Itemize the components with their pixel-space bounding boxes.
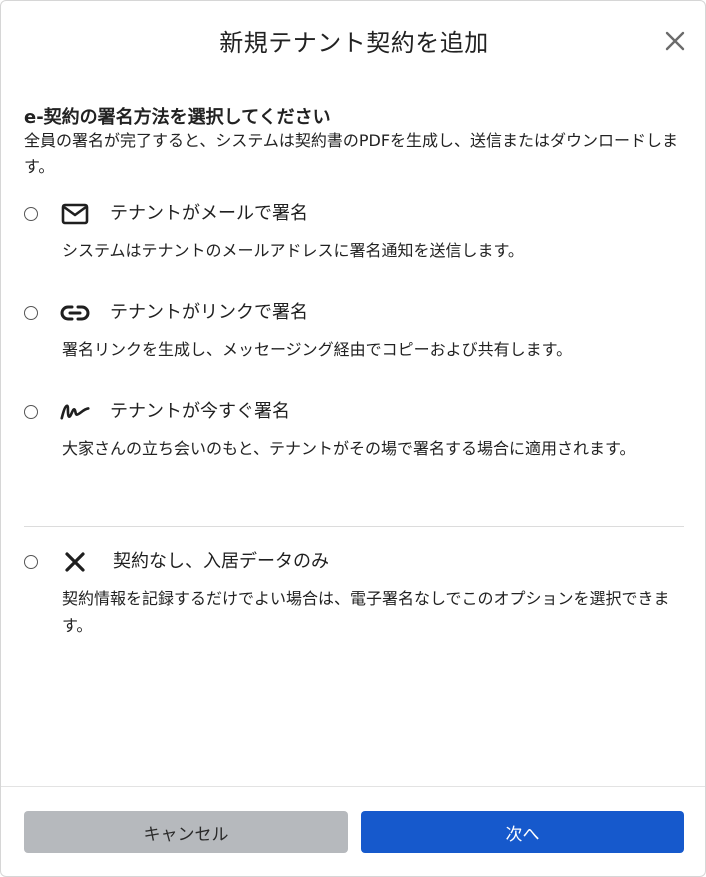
radio-sign-by-email[interactable]	[24, 207, 38, 221]
footer-divider	[1, 786, 705, 787]
cancel-button[interactable]: キャンセル	[24, 811, 348, 853]
next-button[interactable]: 次へ	[361, 811, 684, 853]
mail-icon	[60, 201, 90, 227]
option-label: 契約なし、入居データのみ	[113, 551, 329, 572]
option-label: テナントがリンクで署名	[110, 302, 308, 323]
signature-icon	[60, 399, 90, 425]
section-title: e-契約の署名方法を選択してください	[24, 107, 331, 128]
option-description: システムはテナントのメールアドレスに署名通知を送信します。	[62, 241, 524, 260]
link-icon	[60, 300, 90, 326]
radio-sign-by-link[interactable]	[24, 306, 38, 320]
radio-sign-now[interactable]	[24, 405, 38, 419]
option-label: テナントが今すぐ署名	[110, 401, 290, 422]
section-description: 全員の署名が完了すると、システムは契約書のPDFを生成し、送信またはダウンロード…	[24, 131, 679, 176]
option-description: 契約情報を記録するだけでよい場合は、電子署名なしでこのオプションを選択できます。	[62, 589, 670, 635]
option-description: 署名リンクを生成し、メッセージング経由でコピーおよび共有します。	[62, 340, 573, 359]
x-icon	[60, 549, 90, 575]
radio-no-contract[interactable]	[24, 555, 38, 569]
option-description: 大家さんの立ち会いのもと、テナントがその場で署名する場合に適用されます。	[62, 439, 636, 458]
option-label: テナントがメールで署名	[110, 203, 308, 224]
dialog-title: 新規テナント契約を追加	[219, 29, 489, 57]
close-icon[interactable]	[661, 27, 689, 55]
divider	[24, 526, 684, 527]
add-tenant-contract-dialog: 新規テナント契約を追加 e-契約の署名方法を選択してください 全員の署名が完了す…	[0, 0, 706, 877]
